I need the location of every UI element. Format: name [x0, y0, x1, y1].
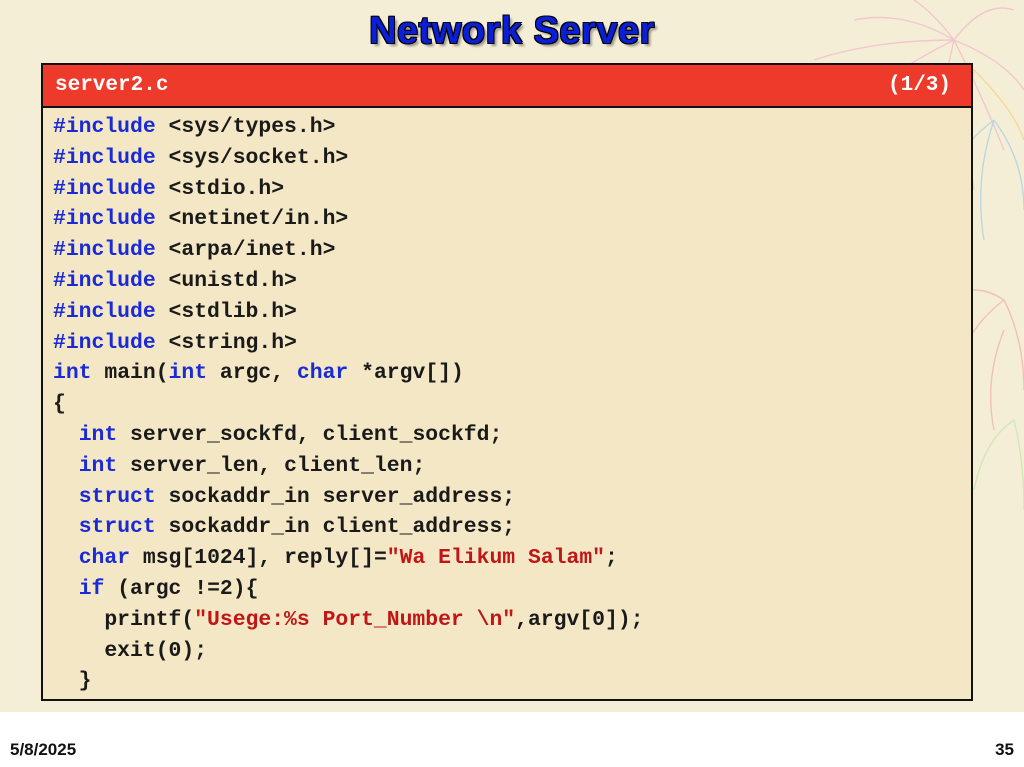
code-text: <unistd.h>: [168, 268, 297, 293]
code-line: }: [53, 666, 971, 697]
code-keyword: #include: [53, 115, 169, 139]
code-listing: server2.c (1/3) #include <sys/types.h> #i…: [41, 63, 973, 701]
code-keyword: char: [296, 361, 349, 386]
code-text: server_sockfd, client_sockfd;: [117, 422, 503, 447]
code-header: server2.c (1/3): [43, 65, 971, 108]
code-text: <netinet/in.h>: [168, 207, 349, 232]
slide: Network Server server2.c (1/3) #include …: [0, 0, 1024, 767]
slide-title: Network Server: [369, 10, 655, 52]
code-line: if (argc !=2){: [53, 574, 971, 605]
code-line: struct sockaddr_in client_address;: [53, 512, 971, 543]
code-line: #include <stdio.h>: [53, 174, 971, 205]
code-text: exit(0);: [53, 638, 208, 663]
code-text: printf(: [53, 607, 195, 632]
code-text: <stdio.h>: [168, 176, 285, 201]
code-keyword: int: [168, 361, 208, 386]
code-text: {: [53, 392, 66, 417]
code-line: int server_len, client_len;: [53, 451, 971, 482]
code-line: #include <sys/types.h>: [53, 112, 971, 143]
code-keyword: struct: [78, 484, 156, 509]
code-text: <string.h>: [168, 330, 297, 355]
code-text: }: [53, 669, 92, 694]
code-text: <sys/types.h>: [168, 115, 336, 139]
footer-date: 5/8/2025: [10, 740, 77, 759]
code-keyword: int: [78, 422, 118, 447]
code-line: struct sockaddr_in server_address;: [53, 482, 971, 513]
code-text: ,argv[0]);: [515, 607, 644, 632]
code-line: {: [53, 389, 971, 420]
code-line: printf("Usege:%s Port_Number \n",argv[0]…: [53, 605, 971, 636]
code-keyword: #include: [53, 207, 169, 232]
code-text: *argv[]): [348, 361, 464, 386]
code-text: (argc !=2){: [104, 576, 259, 601]
code-keyword: #include: [53, 176, 169, 201]
code-text: <stdlib.h>: [168, 299, 297, 324]
code-text: main(: [91, 361, 169, 386]
code-line: int server_sockfd, client_sockfd;: [53, 420, 971, 451]
code-body: #include <sys/types.h> #include <sys/sock…: [43, 108, 971, 697]
code-line: #include <sys/socket.h>: [53, 143, 971, 174]
code-line: #include <unistd.h>: [53, 266, 971, 297]
code-string: "Usege:%s Port_Number \n": [194, 607, 516, 632]
code-line: #include <netinet/in.h>: [53, 204, 971, 235]
code-keyword: if: [78, 576, 105, 601]
code-line: #include <arpa/inet.h>: [53, 235, 971, 266]
code-text: ;: [605, 546, 618, 571]
footer-page-number: 35: [995, 740, 1014, 759]
code-keyword: int: [53, 361, 92, 386]
code-text: <sys/socket.h>: [168, 145, 349, 170]
code-keyword: #include: [53, 330, 169, 355]
code-line: #include <stdlib.h>: [53, 297, 971, 328]
code-line: int main(int argc, char *argv[]): [53, 358, 971, 389]
code-text: sockaddr_in client_address;: [155, 515, 516, 540]
code-line: #include <string.h>: [53, 328, 971, 359]
code-keyword: struct: [78, 515, 156, 540]
file-name: server2.c: [55, 74, 169, 97]
code-string: "Wa Elikum Salam": [386, 546, 606, 571]
code-text: argc,: [207, 361, 297, 386]
code-text: msg[1024], reply[]=: [130, 546, 387, 571]
code-line: exit(0);: [53, 636, 971, 667]
code-text: sockaddr_in server_address;: [155, 484, 516, 509]
code-keyword: #include: [53, 299, 169, 324]
code-keyword: #include: [53, 268, 169, 293]
code-keyword: int: [78, 453, 118, 478]
footer-strip: [0, 712, 1024, 767]
code-text: server_len, client_len;: [117, 453, 426, 478]
page-indicator: (1/3): [887, 74, 951, 97]
code-text: <arpa/inet.h>: [168, 238, 336, 263]
code-keyword: #include: [53, 145, 169, 170]
code-keyword: char: [78, 546, 131, 571]
code-keyword: #include: [53, 238, 169, 263]
code-line: char msg[1024], reply[]="Wa Elikum Salam…: [53, 543, 971, 574]
